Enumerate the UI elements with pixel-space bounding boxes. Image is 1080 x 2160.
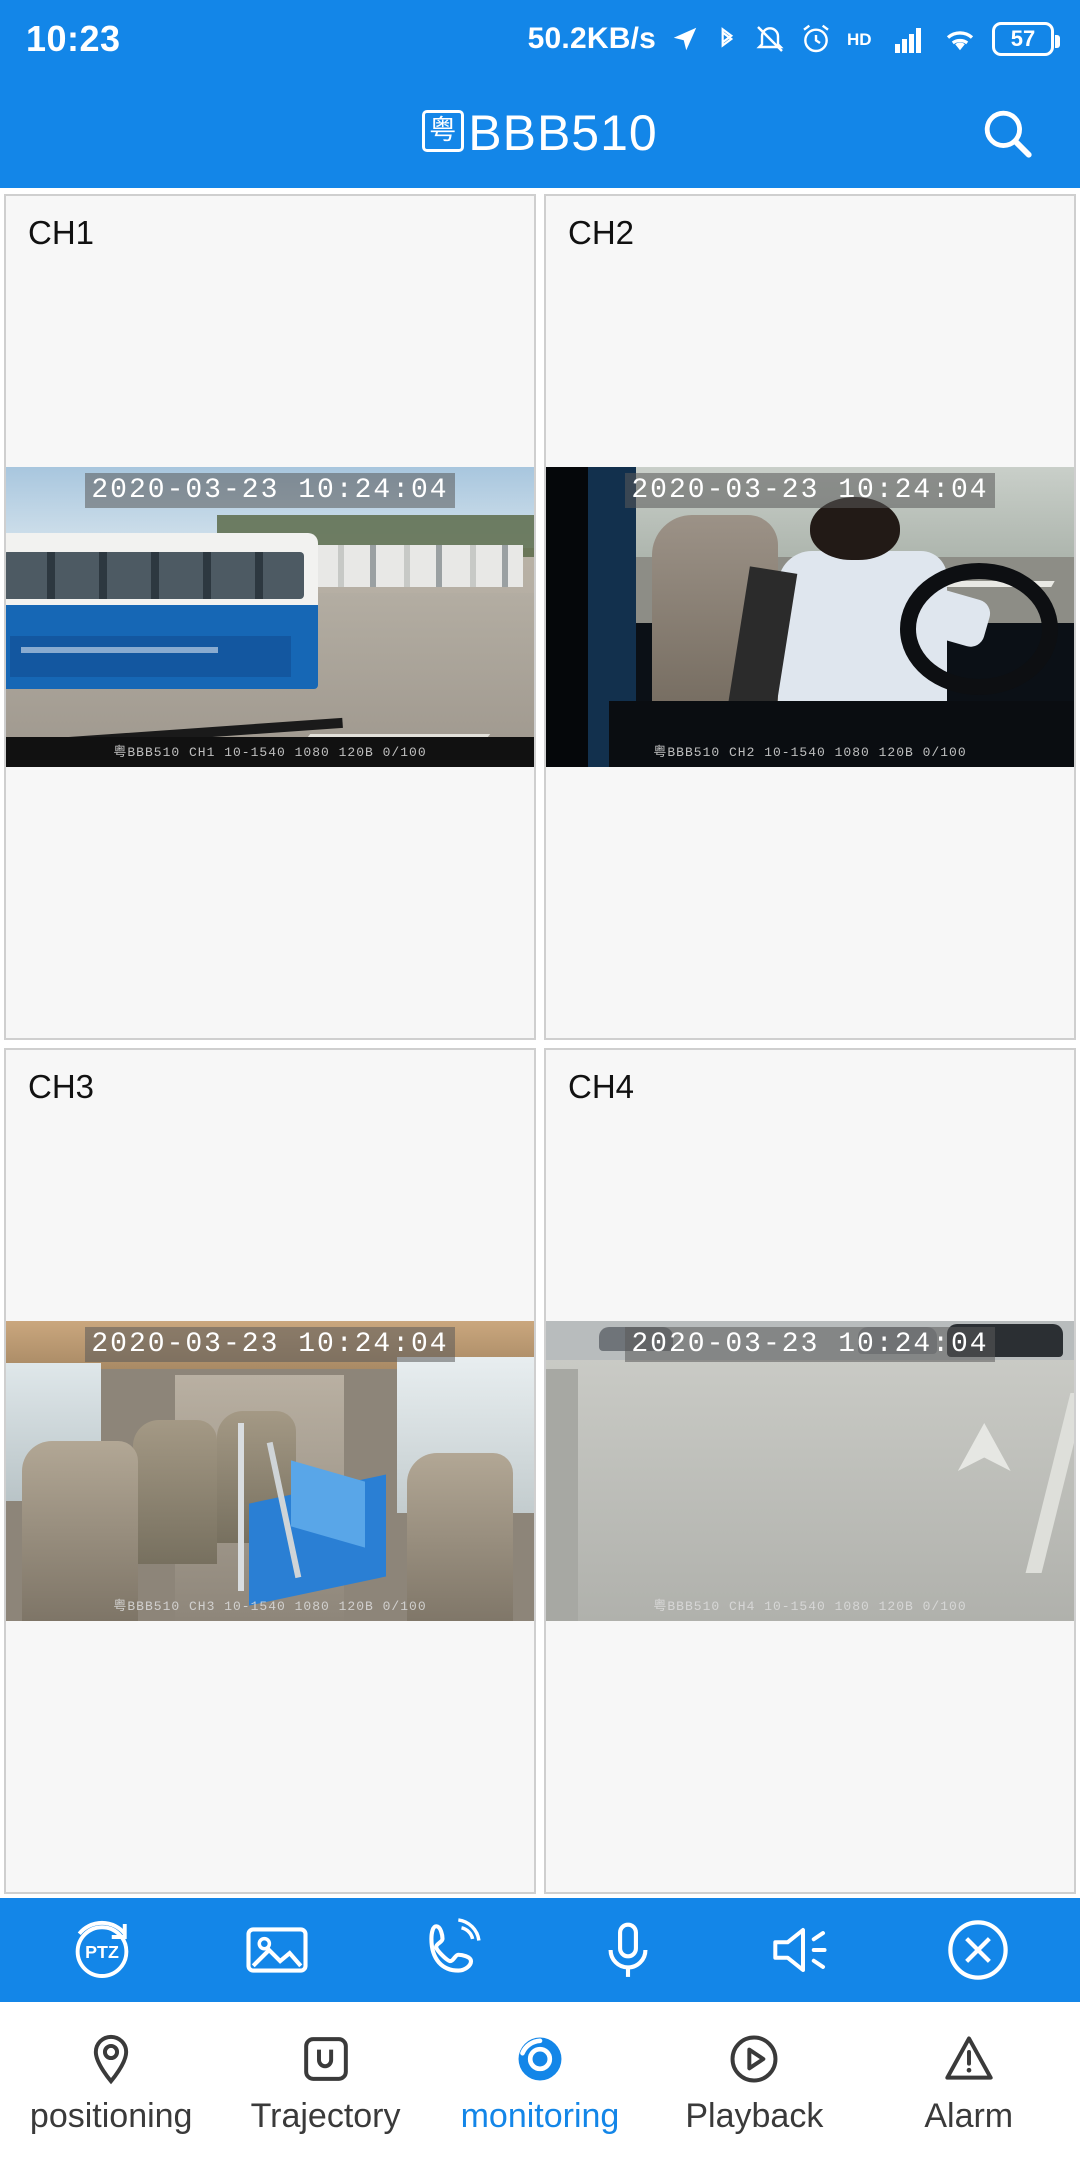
video-stream-ch1[interactable]: 2020-03-23 10:24:04 粤BBB510 CH1 10-1540 … — [6, 467, 534, 767]
nav-item-positioning[interactable]: positioning — [11, 2031, 211, 2133]
phone-call-icon[interactable] — [409, 1907, 495, 1993]
wifi-icon — [942, 24, 978, 54]
map-pin-icon — [83, 2031, 139, 2087]
nav-item-trajectory[interactable]: Trajectory — [226, 2031, 426, 2133]
route-icon — [298, 2031, 354, 2087]
close-circle-icon[interactable] — [935, 1907, 1021, 1993]
video-stream-ch4[interactable]: 2020-03-23 10:24:04 粤BBB510 CH4 10-1540 … — [546, 1321, 1074, 1621]
video-stream-ch3[interactable]: 2020-03-23 10:24:04 粤BBB510 CH3 10-1540 … — [6, 1321, 534, 1621]
channel-label: CH4 — [568, 1068, 635, 1105]
plate-number-label: BBB510 — [468, 105, 658, 161]
video-scene-ch1 — [6, 467, 534, 767]
video-cell-ch4[interactable]: CH4 2020-03-23 10:24:04 粤BBB510 CH4 10-1… — [544, 1048, 1076, 1894]
bottom-navigation: positioning Trajectory monitoring Playba… — [0, 2002, 1080, 2160]
warning-triangle-icon — [941, 2031, 997, 2087]
svg-text:PTZ: PTZ — [85, 1942, 119, 1962]
video-scene-ch4 — [546, 1321, 1074, 1621]
nav-label-positioning: positioning — [29, 2097, 193, 2135]
video-cell-ch3[interactable]: CH3 2020-03-23 10:24:04 粤BBB510 CH3 10-1… — [4, 1048, 536, 1894]
nav-item-playback[interactable]: Playback — [654, 2031, 854, 2133]
nav-item-alarm[interactable]: Alarm — [869, 2031, 1069, 2133]
app-root: 10:23 50.2KB/s HD 57 粤 BBB510 CH1 2020-0… — [0, 0, 1080, 2160]
video-scene-ch2 — [546, 467, 1074, 767]
play-circle-icon — [726, 2031, 782, 2087]
video-cell-ch2[interactable]: CH2 2020-03-23 10:24:04 粤BBB510 CH2 10-1… — [544, 194, 1076, 1040]
title-bar: 粤 BBB510 — [0, 78, 1080, 188]
video-scene-ch3 — [6, 1321, 534, 1621]
nav-label-playback: Playback — [685, 2097, 824, 2135]
microphone-icon[interactable] — [585, 1907, 671, 1993]
hd-icon: HD — [846, 27, 880, 51]
battery-icon: 57 — [992, 22, 1060, 56]
mute-bell-icon — [754, 23, 786, 55]
location-arrow-icon — [670, 24, 700, 54]
channel-label: CH1 — [28, 214, 95, 251]
channel-label: CH2 — [568, 214, 635, 251]
alarm-clock-icon — [800, 23, 832, 55]
image-icon[interactable] — [234, 1907, 320, 1993]
speaker-icon[interactable] — [760, 1907, 846, 1993]
bluetooth-icon — [714, 23, 740, 55]
channel-label: CH3 — [28, 1068, 95, 1105]
nav-label-alarm: Alarm — [924, 2097, 1014, 2135]
video-stream-ch2[interactable]: 2020-03-23 10:24:04 粤BBB510 CH2 10-1540 … — [546, 467, 1074, 767]
nav-label-monitoring: monitoring — [460, 2097, 620, 2135]
status-bar: 10:23 50.2KB/s HD 57 — [0, 0, 1080, 78]
search-icon[interactable] — [978, 104, 1036, 162]
nav-item-monitoring[interactable]: monitoring — [440, 2031, 640, 2133]
cellular-signal-icon — [894, 24, 928, 54]
media-control-bar: PTZ — [0, 1898, 1080, 2002]
status-clock: 10:23 — [26, 18, 121, 59]
battery-level-label: 57 — [1010, 26, 1036, 51]
status-indicators: 50.2KB/s HD 57 — [527, 22, 1060, 56]
plate-province-badge: 粤 — [422, 110, 465, 152]
eye-circle-icon — [512, 2031, 568, 2087]
video-grid: CH1 2020-03-23 10:24:04 粤BBB510 CH1 10-1… — [0, 188, 1080, 1898]
video-cell-ch1[interactable]: CH1 2020-03-23 10:24:04 粤BBB510 CH1 10-1… — [4, 194, 536, 1040]
svg-text:HD: HD — [847, 30, 872, 49]
nav-label-trajectory: Trajectory — [250, 2097, 401, 2135]
ptz-rotate-icon[interactable]: PTZ — [59, 1907, 145, 1993]
page-title: 粤 BBB510 — [422, 104, 657, 162]
network-speed: 50.2KB/s — [527, 22, 656, 55]
